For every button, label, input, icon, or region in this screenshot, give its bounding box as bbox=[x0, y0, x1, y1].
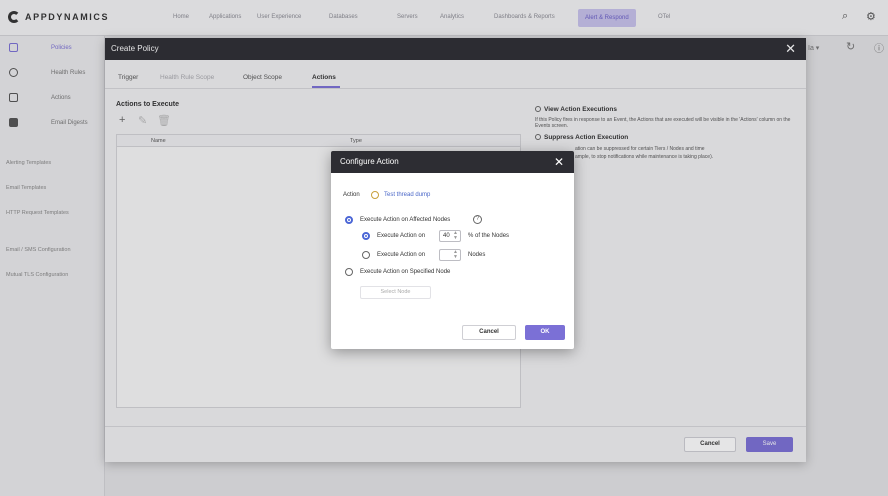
configure-action-title: Configure Action bbox=[340, 157, 399, 166]
configure-action-modal: Configure Action ✕ Action Test thread du… bbox=[331, 151, 574, 349]
thread-dump-icon bbox=[371, 191, 379, 199]
help-icon[interactable]: ? bbox=[473, 215, 482, 224]
stepper-arrows-icon[interactable]: ▲ ▼ bbox=[453, 231, 458, 241]
action-label: Action bbox=[343, 192, 360, 198]
stepper-arrows-icon[interactable]: ▲ ▼ bbox=[453, 250, 458, 260]
action-value-link[interactable]: Test thread dump bbox=[384, 192, 430, 198]
radio-affected-nodes[interactable] bbox=[345, 216, 353, 224]
radio-percent-nodes[interactable] bbox=[362, 232, 370, 240]
ok-button[interactable]: OK bbox=[525, 325, 565, 340]
count-suffix: Nodes bbox=[468, 252, 486, 258]
close-icon[interactable]: ✕ bbox=[554, 155, 564, 169]
percent-stepper[interactable]: 40 ▲ ▼ bbox=[439, 230, 461, 242]
configure-action-header: Configure Action ✕ bbox=[331, 151, 574, 173]
count-option-label[interactable]: Execute Action on bbox=[377, 252, 425, 258]
percent-suffix: % of the Nodes bbox=[468, 233, 510, 239]
specified-node-label[interactable]: Execute Action on Specified Node bbox=[360, 269, 450, 275]
affected-nodes-label[interactable]: Execute Action on Affected Nodes bbox=[360, 217, 450, 223]
percent-option-label[interactable]: Execute Action on bbox=[377, 233, 425, 239]
radio-specified-node[interactable] bbox=[345, 268, 353, 276]
count-stepper[interactable]: ▲ ▼ bbox=[439, 249, 461, 261]
radio-count-nodes[interactable] bbox=[362, 251, 370, 259]
cancel-button[interactable]: Cancel bbox=[462, 325, 516, 340]
select-node-button[interactable]: Select Node bbox=[360, 286, 431, 299]
percent-value: 40 bbox=[443, 233, 450, 239]
